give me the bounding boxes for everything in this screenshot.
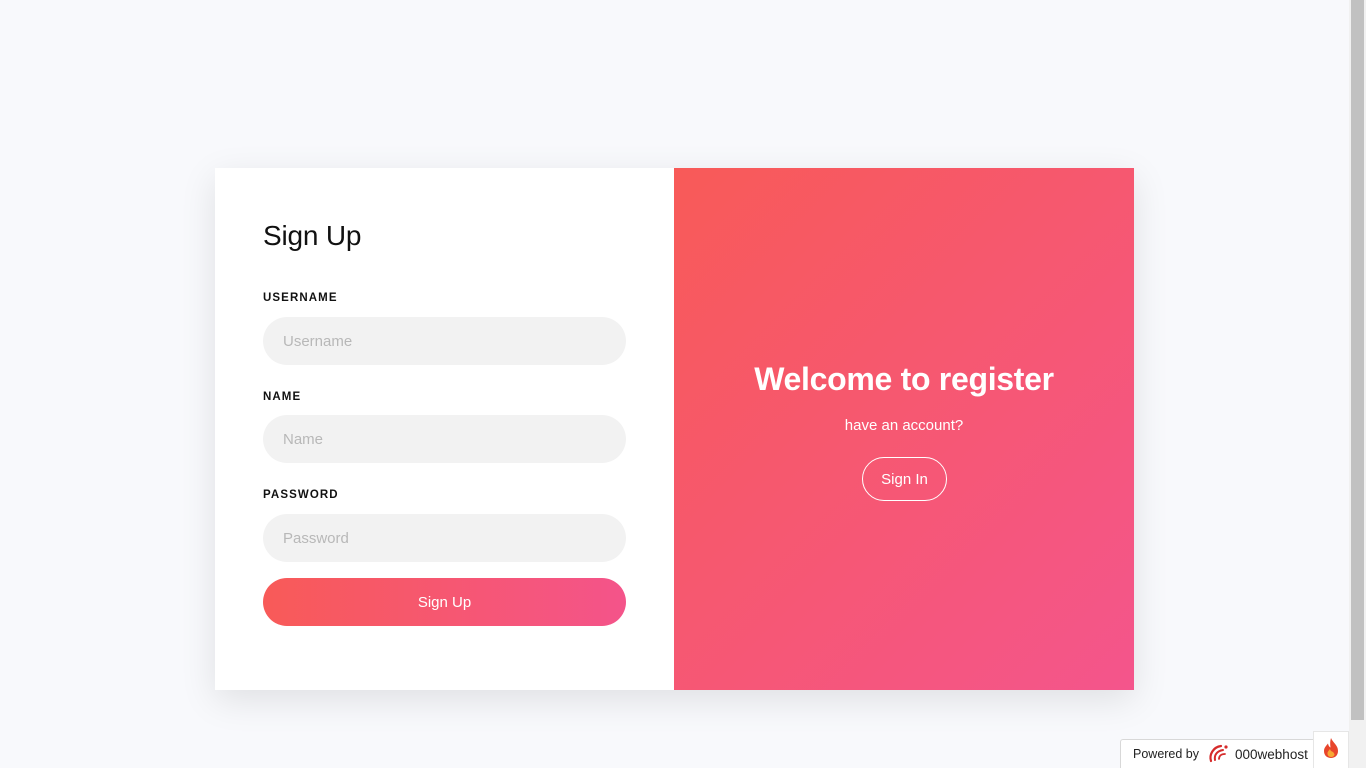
password-input[interactable] [263,514,626,562]
powered-by-brand: 000webhost [1235,746,1308,762]
powered-by-text: Powered by [1133,747,1200,761]
signup-form-panel: Sign Up USERNAME NAME PASSWORD Sign Up [215,168,674,690]
username-input[interactable] [263,317,626,365]
powered-by-badge[interactable]: Powered by 000webhost [1120,739,1326,768]
welcome-panel: Welcome to register have an account? Sig… [674,168,1134,690]
fire-icon [1322,737,1340,764]
sign-up-button[interactable]: Sign Up [263,578,626,626]
password-label: PASSWORD [263,489,339,501]
scrollbar-thumb[interactable] [1351,0,1364,720]
sign-in-button[interactable]: Sign In [862,457,947,501]
username-label: USERNAME [263,292,338,304]
form-title: Sign Up [263,220,362,251]
name-label: NAME [263,391,302,403]
fire-button[interactable] [1313,731,1349,768]
page-scrollbar[interactable] [1349,0,1366,768]
000webhost-logo-icon [1207,743,1231,766]
signup-card: Sign Up USERNAME NAME PASSWORD Sign Up W… [215,168,1134,690]
welcome-heading: Welcome to register [754,361,1054,397]
name-input[interactable] [263,415,626,463]
have-account-text: have an account? [844,417,964,434]
